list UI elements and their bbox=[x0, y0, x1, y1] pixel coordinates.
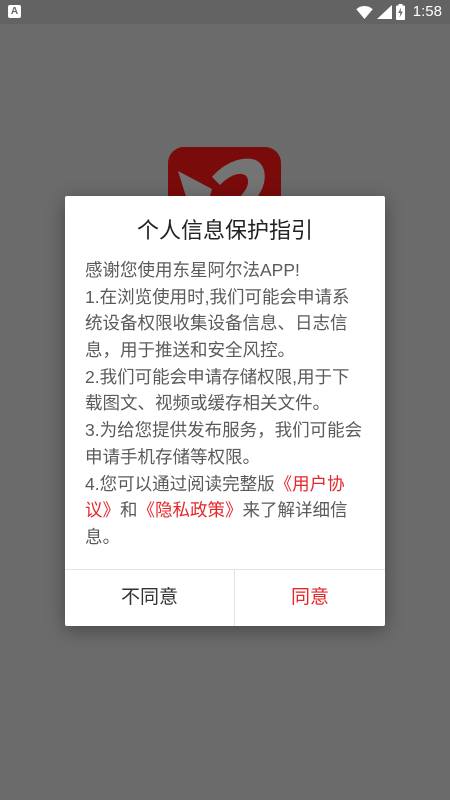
battery-icon bbox=[396, 4, 405, 20]
body-line: 感谢您使用东星阿尔法APP! bbox=[85, 257, 377, 284]
signal-icon bbox=[377, 5, 392, 19]
notification-icon: A bbox=[8, 5, 21, 18]
dialog-body: 感谢您使用东星阿尔法APP! 1.在浏览使用时,我们可能会申请系 统设备权限收集… bbox=[85, 257, 377, 551]
decline-button[interactable]: 不同意 bbox=[65, 570, 234, 626]
body-text: 统设备权限收集设备信息、日志信 bbox=[85, 313, 348, 334]
body-line: 统设备权限收集设备信息、日志信 bbox=[85, 310, 377, 337]
body-line: 载图文、视频或缓存相关文件。 bbox=[85, 390, 377, 417]
dialog-title: 个人信息保护指引 bbox=[136, 218, 313, 243]
body-text: 息，用于推送和安全风控。 bbox=[85, 340, 295, 361]
body-line: 息。 bbox=[85, 524, 377, 551]
body-text: 2.我们可能会申请存储权限,用于下 bbox=[85, 366, 350, 387]
body-line: 申请手机存储等权限。 bbox=[85, 444, 377, 471]
status-time: 1:58 bbox=[412, 3, 442, 20]
user-agreement-link[interactable]: 议》 bbox=[85, 500, 120, 520]
body-line: 议》和《隐私政策》来了解详细信 bbox=[85, 497, 377, 524]
body-text: 感谢您使用东星阿尔法APP! bbox=[85, 260, 300, 280]
body-text: 息。 bbox=[85, 526, 120, 547]
body-text: 4.您可以通过阅读完整版 bbox=[85, 473, 275, 494]
body-text: 来了解详细信 bbox=[242, 500, 348, 521]
user-agreement-link[interactable]: 《用户协 bbox=[275, 474, 345, 494]
body-text: 和 bbox=[120, 500, 138, 521]
wifi-icon bbox=[356, 6, 373, 19]
privacy-policy-link[interactable]: 《隐私政策》 bbox=[138, 500, 243, 520]
accept-button[interactable]: 同意 bbox=[235, 570, 385, 626]
status-bar: A 1:58 bbox=[0, 0, 450, 24]
body-line: 3.为给您提供发布服务，我们可能会 bbox=[85, 417, 377, 444]
body-line: 息，用于推送和安全风控。 bbox=[85, 337, 377, 364]
body-line: 4.您可以通过阅读完整版《用户协 bbox=[85, 471, 377, 498]
body-text: 1.在浏览使用时,我们可能会申请系 bbox=[85, 286, 350, 307]
privacy-dialog: 个人信息保护指引 感谢您使用东星阿尔法APP! 1.在浏览使用时,我们可能会申请… bbox=[65, 196, 385, 626]
body-text: 申请手机存储等权限。 bbox=[85, 446, 260, 467]
body-text: 载图文、视频或缓存相关文件。 bbox=[85, 393, 330, 414]
body-line: 2.我们可能会申请存储权限,用于下 bbox=[85, 364, 377, 391]
body-line: 1.在浏览使用时,我们可能会申请系 bbox=[85, 284, 377, 311]
body-text: 3.为给您提供发布服务，我们可能会 bbox=[85, 420, 363, 441]
